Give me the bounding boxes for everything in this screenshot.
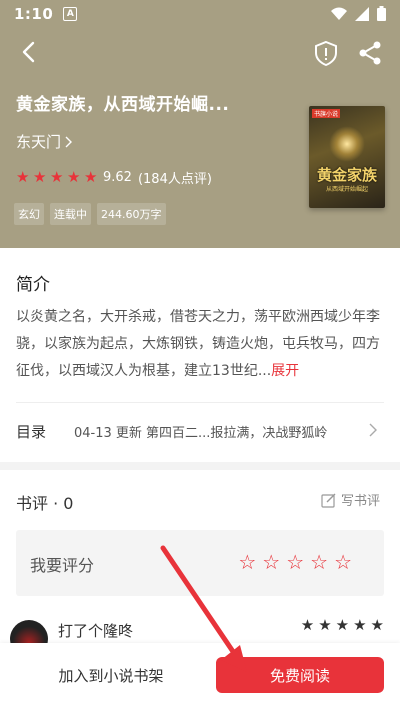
- report-shield-icon[interactable]: [313, 40, 339, 66]
- star-icon: ★: [16, 168, 30, 186]
- toc-row[interactable]: 目录 04-13 更新 第四百二...报拉满，决战野狐岭: [0, 403, 400, 459]
- toc-label: 目录: [16, 422, 47, 441]
- edit-icon: [321, 493, 336, 508]
- write-review-label: 写书评: [340, 494, 380, 509]
- back-icon[interactable]: [18, 40, 42, 64]
- star-outline-icon[interactable]: ☆: [286, 552, 304, 572]
- status-time: 1:10: [14, 5, 54, 23]
- star-icon: ★: [353, 616, 367, 634]
- commenter-name: 打了个隆咚: [58, 622, 134, 640]
- author-name: 东天门: [16, 133, 62, 151]
- chevron-right-icon: [369, 423, 377, 437]
- tag-genre: 玄幻: [14, 203, 44, 225]
- book-cover[interactable]: 书旗小说 黄金家族 从西域开始崛起: [309, 106, 385, 208]
- toc-latest-chapter: 04-13 更新 第四百二...报拉满，决战野狐岭: [74, 425, 328, 441]
- cover-art: [329, 126, 365, 162]
- star-icon: ★: [318, 616, 332, 634]
- rating-row: ★ ★ ★ ★ ★ 9.62 (184人点评): [16, 168, 212, 188]
- star-outline-icon[interactable]: ☆: [334, 552, 352, 572]
- signal-icon: [355, 6, 369, 21]
- intro-body: 以炎黄之名，大开杀戒，借苍天之力，荡平欧洲西域少年李骁，以家族为起点，大炼钢铁，…: [16, 309, 380, 379]
- star-icon: ★: [300, 616, 315, 634]
- free-read-button[interactable]: 免费阅读: [216, 657, 384, 693]
- status-bar: 1:10 A: [0, 0, 400, 28]
- cover-subtitle: 从西域开始崛起: [325, 186, 368, 193]
- review-heading: 书评 · 0: [16, 494, 74, 513]
- add-to-shelf-button[interactable]: 加入到小说书架: [16, 657, 206, 693]
- status-icons: [331, 6, 386, 21]
- cover-badge: 书旗小说: [312, 109, 341, 118]
- wifi-icon: [331, 7, 347, 20]
- battery-icon: [377, 6, 386, 21]
- rating-score: 9.62: [103, 170, 132, 185]
- star-icon: ★: [84, 168, 98, 186]
- intro-heading: 简介: [16, 275, 50, 295]
- notification-icon: A: [63, 7, 78, 21]
- star-outline-icon[interactable]: ☆: [262, 552, 280, 572]
- expand-link[interactable]: 展开: [271, 363, 299, 379]
- chevron-right-icon: [65, 136, 73, 147]
- rating-count: (184人点评): [137, 172, 212, 187]
- book-header: 1:10 A 黄金家族，从西域开始崛... 东天门 ★ ★ ★ ★ ★ 9.62…: [0, 0, 400, 248]
- star-icon: ★: [370, 616, 384, 634]
- write-review-button[interactable]: 写书评: [321, 490, 380, 509]
- tag-status: 连载中: [50, 203, 91, 225]
- book-tags: 玄幻 连载中 244.60万字: [14, 203, 166, 225]
- intro-text: 以炎黄之名，大开杀戒，借苍天之力，荡平欧洲西域少年李骁，以家族为起点，大炼钢铁，…: [16, 304, 386, 385]
- star-icon: ★: [50, 168, 64, 186]
- star-icon: ★: [33, 168, 47, 186]
- rate-label: 我要评分: [30, 556, 95, 575]
- star-outline-icon[interactable]: ☆: [238, 552, 256, 572]
- rate-box: 我要评分 ☆ ☆ ☆ ☆ ☆: [16, 530, 384, 596]
- star-outline-icon[interactable]: ☆: [310, 552, 328, 572]
- share-icon[interactable]: [357, 40, 383, 66]
- cover-title: 黄金家族: [316, 166, 377, 184]
- comment-item[interactable]: 打了个隆咚 ★ ★ ★ ★ ★: [0, 608, 400, 658]
- rating-stars: ★ ★ ★ ★ ★: [16, 168, 98, 186]
- rate-stars[interactable]: ☆ ☆ ☆ ☆ ☆: [238, 552, 352, 572]
- comment-stars: ★ ★ ★ ★ ★: [301, 618, 384, 633]
- star-icon: ★: [335, 616, 350, 634]
- book-title: 黄金家族，从西域开始崛...: [16, 95, 230, 115]
- intro-panel: 简介 以炎黄之名，大开杀戒，借苍天之力，荡平欧洲西域少年李骁，以家族为起点，大炼…: [0, 248, 400, 462]
- tag-word-count: 244.60万字: [97, 203, 166, 225]
- star-icon: ★: [67, 168, 81, 186]
- author-link[interactable]: 东天门: [16, 131, 73, 152]
- bottom-action-bar: 加入到小说书架 免费阅读: [0, 643, 400, 710]
